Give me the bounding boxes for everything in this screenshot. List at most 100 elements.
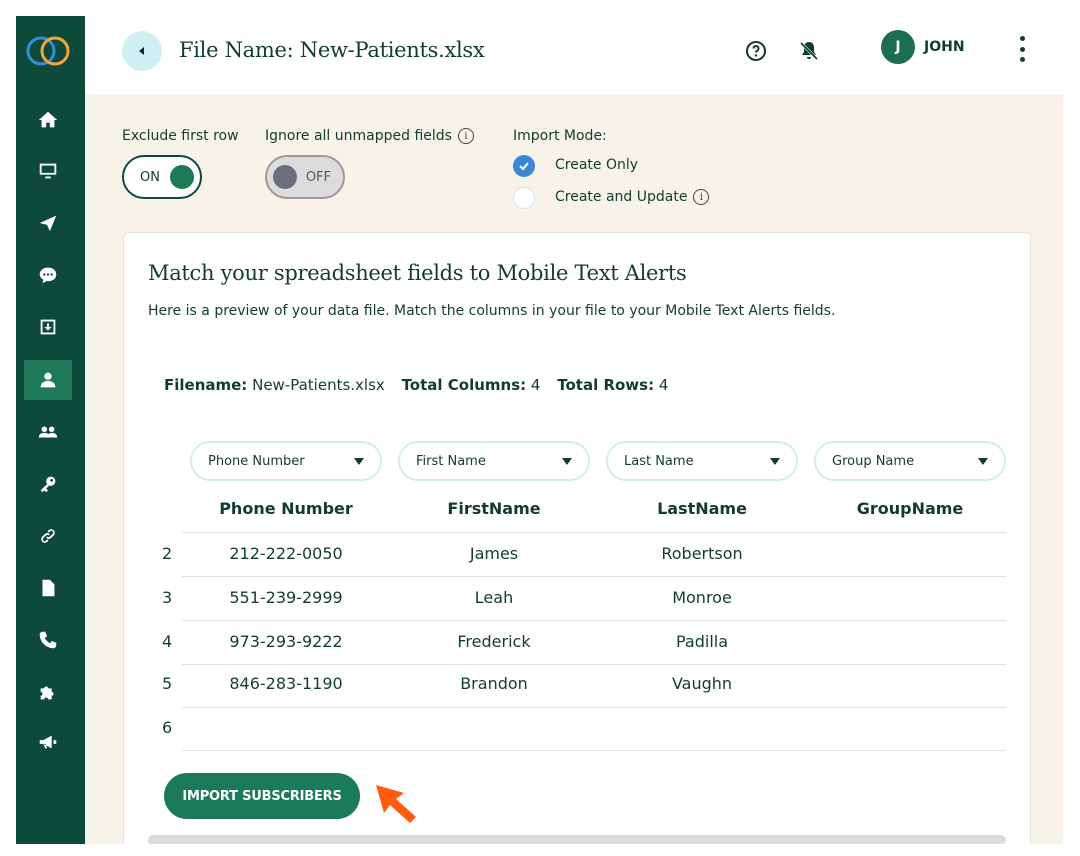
mapping-card: Match your spreadsheet fields to Mobile … (123, 232, 1031, 844)
help-button[interactable] (743, 38, 769, 64)
table-cell: Padilla (675, 632, 729, 651)
ignore-unmapped-label: Ignore all unmapped fields i (265, 128, 474, 144)
column-header: Phone Number (219, 499, 353, 518)
megaphone-icon (39, 735, 57, 749)
help-icon (746, 41, 766, 61)
table-cell: 846-283-1190 (229, 674, 343, 693)
sidebar-item-contacts[interactable] (24, 360, 72, 400)
row-number: 2 (162, 544, 173, 563)
radio-create-only[interactable] (513, 155, 535, 177)
pointer-arrow-icon (376, 785, 416, 823)
table-cell: Robertson (661, 544, 743, 563)
row-divider (182, 532, 1006, 533)
filename-value: New-Patients.xlsx (252, 376, 385, 394)
send-icon (39, 215, 57, 232)
sidebar-item-integrations[interactable] (24, 672, 72, 712)
column-header: GroupName (856, 499, 964, 518)
table-cell: Leah (474, 588, 514, 607)
row-number: 3 (162, 588, 173, 607)
field-select-1[interactable]: Phone Number (190, 441, 382, 481)
radio-create-and-update-label[interactable]: Create and Update i (555, 189, 710, 205)
kebab-dot-icon (1019, 57, 1025, 62)
filename-label: Filename: (164, 376, 248, 394)
total-columns-label: Total Columns: (401, 376, 527, 394)
total-rows-value: 4 (658, 376, 669, 394)
import-subscribers-button[interactable]: IMPORT SUBSCRIBERS (164, 773, 360, 819)
radio-create-only-label[interactable]: Create Only (555, 157, 638, 173)
sidebar-item-campaigns[interactable] (24, 722, 72, 762)
home-icon (38, 111, 58, 128)
back-arrow-icon (139, 47, 144, 55)
sidebar-item-home[interactable] (24, 100, 72, 140)
user-name[interactable]: JOHN (924, 39, 965, 55)
inbox-icon (40, 319, 56, 335)
caret-down-icon (978, 458, 988, 465)
sidebar-item-keywords[interactable] (24, 464, 72, 504)
select-value: Phone Number (208, 453, 305, 469)
row-divider (182, 620, 1006, 621)
users-icon (38, 426, 58, 438)
field-select-4[interactable]: Group Name (814, 441, 1006, 481)
row-divider (182, 576, 1006, 577)
table-cell: James (469, 544, 519, 563)
column-header: LastName (657, 499, 747, 518)
header: File Name: New-Patients.xlsx J JOHN (85, 16, 1063, 94)
sidebar-item-download[interactable] (24, 307, 72, 347)
file-meta: Filename: New-Patients.xlsx Total Column… (164, 376, 668, 394)
caret-down-icon (354, 458, 364, 465)
ignore-unmapped-text: Ignore all unmapped fields (265, 128, 452, 144)
table-cell: Frederick (457, 632, 531, 651)
more-menu-button[interactable] (1015, 36, 1029, 62)
horizontal-scrollbar[interactable] (148, 835, 1006, 844)
caret-down-icon (562, 458, 572, 465)
phone-icon (39, 631, 57, 649)
field-select-3[interactable]: Last Name (606, 441, 798, 481)
select-value: Group Name (832, 453, 915, 469)
exclude-first-row-toggle[interactable]: ON (122, 155, 202, 199)
ignore-unmapped-toggle[interactable]: OFF (265, 155, 345, 199)
info-icon[interactable]: i (693, 189, 710, 205)
column-header: FirstName (447, 499, 541, 518)
row-number: 4 (162, 632, 173, 651)
notifications-button[interactable] (796, 38, 822, 64)
exclude-first-row-label: Exclude first row (122, 128, 239, 144)
kebab-dot-icon (1019, 36, 1025, 41)
radio-create-and-update[interactable] (513, 187, 535, 209)
link-icon (41, 529, 55, 543)
row-number: 5 (162, 674, 173, 693)
total-columns-value: 4 (530, 376, 541, 394)
chat-icon (39, 267, 57, 284)
sidebar (16, 16, 85, 844)
document-icon (42, 579, 55, 597)
info-icon[interactable]: i (457, 128, 474, 144)
avatar[interactable]: J (881, 30, 915, 64)
row-number: 6 (162, 718, 173, 737)
toggle-knob (170, 165, 194, 189)
sidebar-item-reports[interactable] (24, 568, 72, 608)
toggle-state: ON (140, 169, 160, 185)
create-update-text: Create and Update (555, 189, 688, 205)
toggle-state: OFF (305, 169, 331, 185)
select-value: First Name (416, 453, 486, 469)
sidebar-item-dashboard[interactable] (24, 151, 72, 191)
card-subtitle: Here is a preview of your data file. Mat… (148, 303, 836, 319)
sidebar-item-groups[interactable] (24, 412, 72, 452)
table-cell: 551-239-2999 (229, 588, 343, 607)
back-button[interactable] (122, 31, 162, 71)
key-icon (40, 476, 56, 493)
select-value: Last Name (624, 453, 694, 469)
table-cell: Brandon (460, 674, 528, 693)
import-mode-label: Import Mode: (513, 128, 607, 144)
sidebar-item-calls[interactable] (24, 620, 72, 660)
sidebar-item-links[interactable] (24, 516, 72, 556)
row-divider (182, 664, 1006, 665)
field-select-2[interactable]: First Name (398, 441, 590, 481)
sidebar-item-send[interactable] (24, 203, 72, 243)
monitor-icon (39, 163, 57, 179)
kebab-dot-icon (1019, 46, 1025, 52)
table-cell: 973-293-9222 (229, 632, 343, 651)
page-title: File Name: New-Patients.xlsx (179, 38, 485, 62)
row-divider (182, 750, 1006, 751)
app-logo-icon[interactable] (24, 34, 72, 68)
sidebar-item-inbox[interactable] (24, 255, 72, 295)
